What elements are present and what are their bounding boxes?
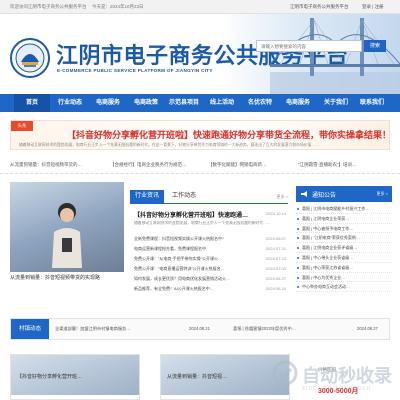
site-subtitle: E-COMMERCE PUBLIC SERVICE PLATFORM OF JI… bbox=[57, 68, 213, 73]
site-header: 江阴市电子商务公共服务平台 E-COMMERCE PUBLIC SERVICE … bbox=[0, 14, 400, 94]
nav-item-ecommerce-service[interactable]: 电商服务 bbox=[280, 94, 316, 112]
bullet-icon bbox=[297, 256, 299, 259]
nav-item-demo-county[interactable]: 示范县项目 bbox=[166, 94, 202, 112]
watermark: 自动秒收录 ZIDONGMIAOSHOULU bbox=[268, 356, 392, 396]
nav-item-about[interactable]: 关于我们 bbox=[318, 94, 354, 112]
main-nav: 首页 行业动态 电商服务 电商政策 示范县项目 线上活动 名优农特 电商服务 关… bbox=[0, 94, 400, 112]
search-box bbox=[256, 40, 362, 52]
notice-list: 喜报 | 江阴市电商赋能乡村振兴工作… 喜报 | 江阴电商企业荣获… 喜报 | … bbox=[296, 204, 392, 293]
nav-item-news[interactable]: 行业动态 bbox=[52, 94, 88, 112]
feature-news-date: 2024.10.14 bbox=[265, 211, 286, 216]
bullet-icon bbox=[297, 227, 299, 230]
card-title[interactable]: 【抖音好物分享孵化营开班… bbox=[17, 373, 82, 380]
bullet-icon bbox=[297, 208, 299, 210]
watermark-logo-icon bbox=[272, 360, 298, 386]
top-bar: 欢迎访问江阴市电子商务公共服务平台 今天是：2024年10月23日 江阴市电子商… bbox=[0, 0, 400, 14]
logo-icon bbox=[10, 38, 50, 78]
news-panel: 行业资讯 工作动态 更多 > 【抖音好物分享孵化营开班啦】快速跑通… 2024.… bbox=[130, 184, 288, 292]
list-item[interactable]: 喜报 | 中心被授予电商工作… bbox=[296, 224, 392, 234]
nav-item-specialty[interactable]: 名优农特 bbox=[242, 94, 278, 112]
bullet-icon bbox=[297, 286, 299, 289]
village-item-date: 2024.08.21 bbox=[189, 326, 210, 331]
list-item[interactable]: 新品推荐，有全免费！AI公开课火热报名中… 2024.06.24 bbox=[130, 284, 288, 294]
list-item[interactable]: 免费公开课：“从电商·手把手带你实操”公开课火… 2024.07.23 bbox=[130, 254, 288, 264]
news-ticker: 从流量到销量：抖音短视频带货的… 【合规经行】电商企业税务行为规范… 【数字化赋… bbox=[0, 156, 400, 174]
bridge-illustration bbox=[270, 18, 400, 94]
headline-title[interactable]: 【抖音好物分享孵化营开班啦】快速跑通好物分享带货全流程，带你实操拿结果！ bbox=[67, 128, 391, 141]
nav-item-home[interactable]: 首页 bbox=[14, 94, 50, 112]
notice-header: 通知公告 更多 > bbox=[296, 186, 392, 202]
tab-work-updates[interactable]: 工作动态 bbox=[172, 190, 196, 203]
news-more-link[interactable]: 更多 > bbox=[277, 194, 288, 200]
list-item[interactable]: 中心举办电商互动会活动… bbox=[296, 282, 392, 293]
feature-news-title[interactable]: 【抖音好物分享孵化营开班啦】快速跑通… bbox=[134, 210, 284, 219]
news-list: 全新免费课程：抖音短视频实操公开课火热报名中！ 2024.08.07 电商运营新课… bbox=[130, 234, 288, 294]
notice-more-link[interactable]: 更多 > bbox=[377, 191, 388, 197]
platform-link[interactable]: 江阴市电子商务公共服务平台 bbox=[290, 4, 349, 10]
list-item[interactable]: 喜报 | 中心带头企业获省级… bbox=[296, 253, 392, 263]
notice-title: 通知公告 bbox=[312, 193, 337, 199]
ticker-item[interactable]: “江阴霜雪·直播助农”】培训… bbox=[298, 162, 357, 168]
village-item[interactable]: 喜报 | 徐霞客镇2023年度优秀中… bbox=[233, 326, 296, 332]
watermark-text: 自动秒收录 bbox=[302, 366, 392, 386]
village-item-date: 2024.06.27 bbox=[357, 326, 378, 331]
bullet-icon bbox=[297, 217, 299, 220]
card-title[interactable]: 从流量到销量：抖音短视… bbox=[167, 373, 227, 380]
date-text: 今天是：2024年10月23日 bbox=[92, 4, 144, 9]
welcome-text: 欢迎访问江阴市电子商务公共服务平台 bbox=[10, 4, 87, 9]
tab-divider bbox=[130, 203, 288, 204]
list-item[interactable]: 喜报 | 中心为优秀企业… bbox=[296, 273, 392, 283]
megaphone-icon bbox=[301, 191, 307, 197]
feature-news-desc: 随着移动互联网技术的蓬勃发展，电商行业正步入一个充满无限机遇的新时代…… bbox=[134, 221, 271, 225]
watermark-subtext: ZIDONGMIAOSHOULU bbox=[302, 386, 372, 392]
list-item[interactable]: 喜报 | “江阴电商”荣获优秀案例… bbox=[296, 233, 392, 244]
list-item[interactable]: 电商运营新课程抢先看，免费课程报名中 2024.07.31 bbox=[130, 244, 288, 254]
village-updates-strip: 村镇动态 全渠道部署！加盟江阴市村镇电商服务… 2024.08.21 喜报 | … bbox=[10, 318, 390, 340]
list-item[interactable]: 免费公开课：“电商直播运营特训”公开课火热报名… 2024.07.03 bbox=[130, 264, 288, 274]
bullet-icon bbox=[297, 266, 299, 269]
list-item[interactable]: 喜报 | 江阴市电商赋能乡村振兴工作… bbox=[296, 204, 392, 214]
nav-item-service[interactable]: 电商服务 bbox=[90, 94, 126, 112]
ticker-item[interactable]: 【数字化赋能】网销电商新… bbox=[208, 162, 267, 168]
featured-photo[interactable] bbox=[10, 182, 124, 272]
village-badge: 村镇动态 bbox=[11, 319, 49, 339]
ticker-item[interactable]: 【合规经行】电商企业税务行为规范… bbox=[110, 162, 187, 168]
bullet-icon bbox=[297, 237, 299, 240]
village-item[interactable]: 全渠道部署！加盟江阴市村镇电商服务… bbox=[55, 326, 130, 332]
bottom-card[interactable]: 【抖音好物分享孵化营开班… bbox=[10, 354, 140, 400]
nav-item-policy[interactable]: 电商政策 bbox=[128, 94, 164, 112]
search-input[interactable] bbox=[257, 41, 361, 51]
list-item[interactable]: 喜报 | 江阴电商企业获评省级… bbox=[296, 243, 392, 253]
headline-desc: 随着移动互联网技术的蓬勃发展，电商行业正步入一个充满无限机遇的新时代。在这一背景… bbox=[19, 143, 319, 147]
search-button[interactable]: 搜索 bbox=[364, 40, 386, 52]
bullet-icon bbox=[297, 276, 299, 279]
tab-industry-news[interactable]: 行业资讯 bbox=[130, 190, 164, 203]
notice-panel: 通知公告 更多 > 喜报 | 江阴市电商赋能乡村振兴工作… 喜报 | 江阴电商企… bbox=[296, 186, 392, 296]
headline-banner[interactable]: 头条 【抖音好物分享孵化营开班啦】快速跑通好物分享带货全流程，带你实操拿结果！ … bbox=[10, 120, 391, 150]
nav-item-online-activity[interactable]: 线上活动 bbox=[204, 94, 240, 112]
list-item[interactable]: 喜报 | 江阴电商企业荣获… bbox=[296, 214, 392, 224]
list-item[interactable]: 如何发展，成长更优质？用电商优化发展营销活动火… 2024.06.27 bbox=[130, 274, 288, 284]
list-item[interactable]: 全新免费课程：抖音短视频实操公开课火热报名中！ 2024.08.07 bbox=[130, 234, 288, 244]
featured-caption[interactable]: 从流量到销量：抖音短视频带货的实现路 bbox=[10, 274, 130, 281]
ticker-item[interactable]: 从流量到销量：抖音短视频带货的… bbox=[10, 162, 82, 168]
person-illustration bbox=[52, 203, 82, 268]
bullet-icon bbox=[297, 247, 299, 250]
list-item[interactable]: 喜报 | 中心荣获江苏省省级… bbox=[296, 263, 392, 273]
login-link[interactable]: 登录 | 注册 bbox=[362, 4, 384, 10]
headline-tag: 头条 bbox=[11, 121, 33, 131]
nav-item-contact[interactable]: 联系我们 bbox=[354, 94, 390, 112]
